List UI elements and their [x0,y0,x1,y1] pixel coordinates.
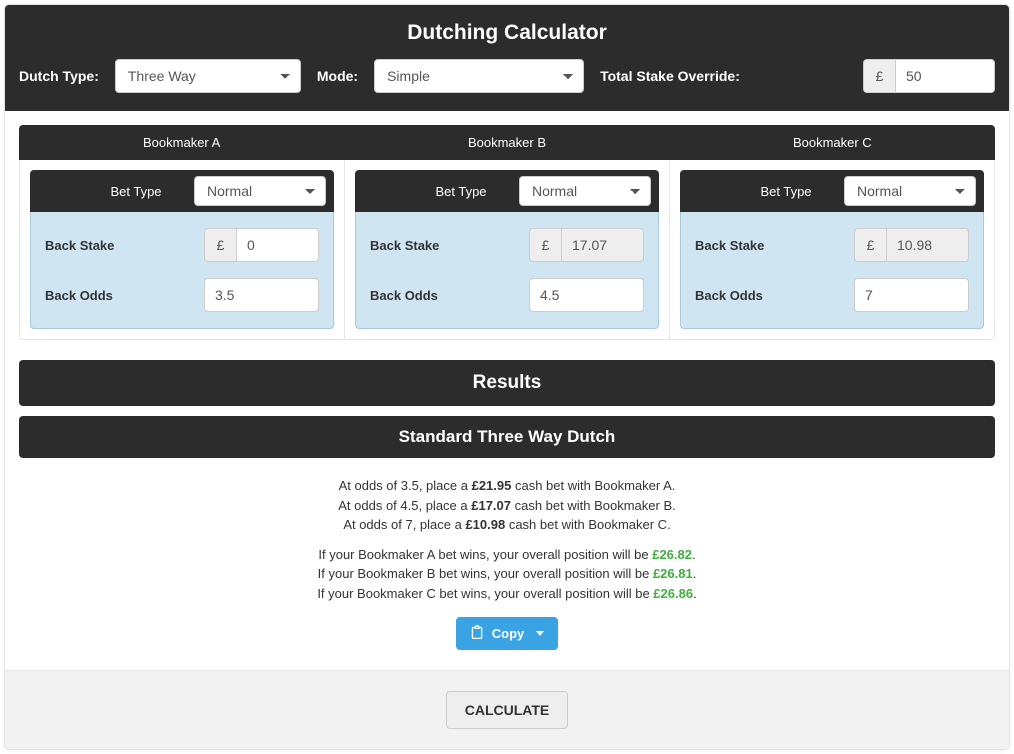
back-stake-input-a[interactable] [236,228,319,262]
total-stake-input[interactable] [895,59,995,93]
bookmaker-column-b: Bet Type Normal Back Stake £ Back Od [344,160,669,339]
back-odds-input-b[interactable] [529,278,644,312]
result-line-2: At odds of 4.5, place a £17.07 cash bet … [19,496,995,516]
total-stake-input-group: £ [863,59,995,93]
results-subtitle: Standard Three Way Dutch [19,416,995,458]
dutch-type-label: Dutch Type: [19,68,99,84]
bookmaker-header-a: Bookmaker A [19,125,344,160]
calculator-card: Dutching Calculator Dutch Type: Three Wa… [4,4,1010,750]
result-line-3: At odds of 7, place a £10.98 cash bet wi… [19,515,995,535]
position-line-3: If your Bookmaker C bet wins, your overa… [19,584,995,604]
bookmakers-section: Bookmaker A Bookmaker B Bookmaker C Bet … [5,111,1009,354]
currency-addon: £ [854,228,886,262]
back-stake-label-a: Back Stake [45,238,204,253]
currency-addon: £ [529,228,561,262]
bet-body-c: Back Stake £ Back Odds [680,212,984,329]
bet-type-label-c: Bet Type [688,184,844,199]
bet-type-bar-c: Bet Type Normal [680,170,984,212]
back-stake-input-b [561,228,644,262]
back-odds-input-c[interactable] [854,278,969,312]
header-controls: Dutch Type: Three Way Mode: Simple Total… [19,59,995,93]
back-stake-input-c [886,228,969,262]
bet-type-bar-b: Bet Type Normal [355,170,659,212]
chevron-down-icon [536,631,544,636]
position-line-2: If your Bookmaker B bet wins, your overa… [19,564,995,584]
dutch-type-select[interactable]: Three Way [115,59,301,93]
back-stake-label-c: Back Stake [695,238,854,253]
back-odds-label-b: Back Odds [370,288,529,303]
footer: CALCULATE [5,670,1009,749]
back-odds-label-a: Back Odds [45,288,204,303]
bet-body-a: Back Stake £ Back Odds [30,212,334,329]
bet-type-label-b: Bet Type [363,184,519,199]
copy-label: Copy [492,626,525,641]
clipboard-icon [470,625,484,642]
mode-label: Mode: [317,68,358,84]
bet-type-select-b[interactable]: Normal [519,176,651,206]
bookmakers-body: Bet Type Normal Back Stake £ Back Od [19,160,995,340]
total-stake-label: Total Stake Override: [600,68,740,84]
page-title: Dutching Calculator [19,21,995,45]
bookmaker-header-c: Bookmaker C [670,125,995,160]
header: Dutching Calculator Dutch Type: Three Wa… [5,5,1009,111]
back-odds-input-a[interactable] [204,278,319,312]
bet-type-select-a[interactable]: Normal [194,176,326,206]
copy-button[interactable]: Copy [456,617,559,650]
results-heading: Results [19,360,995,406]
currency-addon: £ [204,228,236,262]
back-odds-label-c: Back Odds [695,288,854,303]
results-text: At odds of 3.5, place a £21.95 cash bet … [5,458,1009,660]
bet-type-select-c[interactable]: Normal [844,176,976,206]
bet-body-b: Back Stake £ Back Odds [355,212,659,329]
bookmaker-column-a: Bet Type Normal Back Stake £ Back Od [20,160,344,339]
currency-addon: £ [863,59,895,93]
bet-type-bar-a: Bet Type Normal [30,170,334,212]
bookmakers-header: Bookmaker A Bookmaker B Bookmaker C [19,125,995,160]
calculate-button[interactable]: CALCULATE [446,691,569,729]
bookmaker-header-b: Bookmaker B [344,125,669,160]
bet-type-label-a: Bet Type [38,184,194,199]
back-stake-label-b: Back Stake [370,238,529,253]
bookmaker-column-c: Bet Type Normal Back Stake £ Back Od [669,160,994,339]
position-line-1: If your Bookmaker A bet wins, your overa… [19,545,995,565]
result-line-1: At odds of 3.5, place a £21.95 cash bet … [19,476,995,496]
mode-select[interactable]: Simple [374,59,584,93]
